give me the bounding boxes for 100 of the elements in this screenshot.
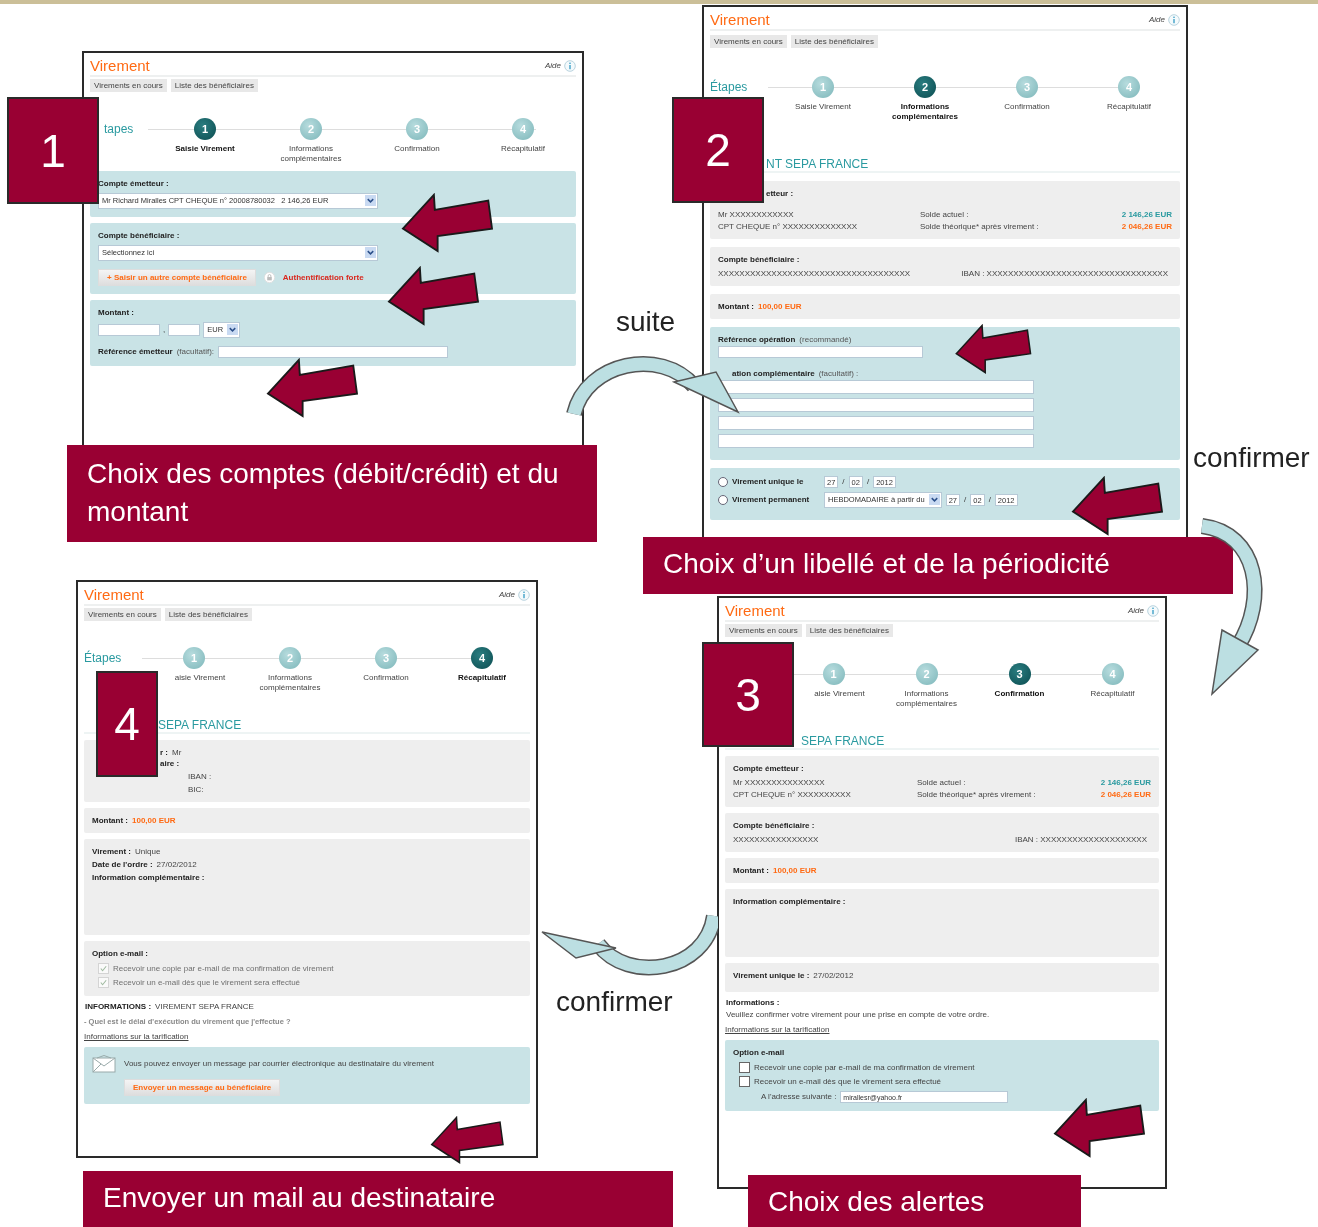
account-number: XXXXXXXXXXXXXXXXXXXXXXXXXXXXXXXXXXXX bbox=[718, 268, 911, 278]
field-hint: (recommandé) bbox=[799, 334, 852, 344]
step-badge: 3 bbox=[702, 642, 794, 747]
field-value: 27/02/2012 bbox=[156, 859, 197, 869]
field-label: ation complémentaire bbox=[732, 368, 815, 378]
help-link[interactable]: Aide bbox=[1149, 15, 1165, 24]
balance-value: 2 146,26 EUR bbox=[1100, 777, 1151, 787]
balance-value: 2 046,26 EUR bbox=[1100, 789, 1151, 799]
step-label: Confirmation bbox=[993, 689, 1046, 700]
amount-value: 100,00 EUR bbox=[132, 815, 176, 825]
field-label: A l'adresse suivante : bbox=[761, 1092, 837, 1102]
field-label: Compte émetteur : bbox=[733, 763, 805, 773]
cents-field[interactable] bbox=[168, 323, 201, 336]
field-label: Information complémentaire : bbox=[92, 872, 205, 882]
tab[interactable]: Virements en cours bbox=[84, 608, 161, 621]
step-badge: 4 bbox=[96, 671, 158, 777]
amount-field[interactable] bbox=[98, 323, 160, 336]
tab[interactable]: Virements en cours bbox=[710, 35, 787, 48]
page-title: Virement bbox=[90, 57, 151, 74]
tab[interactable]: Virements en cours bbox=[90, 79, 167, 92]
field-label: IBAN : bbox=[187, 771, 213, 781]
balance-label: Solde théorique* après virement : bbox=[919, 221, 1040, 231]
checkbox[interactable] bbox=[739, 1061, 750, 1073]
caption-banner: Choix d’un libellé et de la périodicité bbox=[643, 537, 1233, 594]
info-heading: Informations : bbox=[726, 997, 781, 1007]
field-label: Virement : bbox=[92, 846, 131, 856]
reference-field[interactable] bbox=[218, 345, 449, 358]
checkbox-label: Recevoir une copie par e-mail de ma confirmation de virement bbox=[754, 1062, 975, 1072]
radio-button[interactable] bbox=[718, 494, 728, 505]
balance-value: 2 146,26 EUR bbox=[1121, 209, 1172, 219]
tab[interactable]: Liste des bénéficiaires bbox=[164, 608, 252, 621]
connector-label: confirmer bbox=[1193, 442, 1310, 474]
field-label: Date de l'ordre : bbox=[92, 859, 153, 869]
field-label: Virement unique le : bbox=[733, 970, 810, 980]
step-label: Saisie Virement bbox=[794, 102, 852, 113]
strong-authentication-link[interactable]: Authentification forte bbox=[282, 272, 364, 282]
date-separator: / bbox=[988, 495, 991, 505]
balance-label: Solde théorique* après virement : bbox=[916, 789, 1037, 799]
field-label: Compte bénéficiaire : bbox=[733, 820, 816, 830]
field-label: Compte bénéficiaire : bbox=[98, 230, 181, 240]
info-icon[interactable] bbox=[564, 59, 576, 72]
step-label: aisie Virement bbox=[173, 673, 227, 684]
step-number: 4 bbox=[471, 647, 493, 669]
balance-label: Solde actuel : bbox=[919, 209, 970, 219]
caret-icon bbox=[928, 494, 940, 506]
info-icon[interactable] bbox=[1168, 13, 1180, 26]
connector-label: suite bbox=[616, 306, 676, 338]
account-detail: Mr XXXXXXXXXXXX bbox=[718, 209, 795, 219]
iban-text: IBAN : XXXXXXXXXXXXXXXXXXXXXXXXXXXXXXXXXX bbox=[961, 268, 1168, 278]
checkbox[interactable] bbox=[739, 1075, 750, 1087]
tab[interactable]: Liste des bénéficiaires bbox=[170, 79, 258, 92]
step-number: 1 bbox=[822, 663, 845, 685]
info-heading: INFORMATIONS : bbox=[85, 1001, 152, 1011]
info-text: Veuillez confirmer votre virement pour une prise en compte de votre ordre. bbox=[726, 1009, 991, 1019]
field-value: Unique bbox=[135, 846, 161, 856]
reference-field[interactable] bbox=[718, 345, 923, 358]
envelope-icon bbox=[92, 1054, 116, 1073]
info-icon[interactable] bbox=[518, 588, 530, 601]
field-label: Compte émetteur : bbox=[98, 178, 170, 188]
checkbox-label: Recevoir un e-mail dès que le virement sera effectué bbox=[754, 1076, 942, 1086]
radio-button[interactable] bbox=[718, 476, 728, 487]
tab[interactable]: Liste des bénéficiaires bbox=[790, 35, 878, 48]
steps-label: tapes bbox=[103, 121, 135, 136]
step-badge: 1 bbox=[7, 97, 99, 204]
step-number: 3 bbox=[1016, 76, 1038, 98]
step-number: 4 bbox=[512, 118, 534, 140]
step-label: Récapitulatif bbox=[500, 144, 546, 155]
tab[interactable]: Liste des bénéficiaires bbox=[805, 624, 893, 637]
lock-icon bbox=[263, 271, 275, 283]
pricing-link[interactable]: Informations sur la tarification bbox=[725, 1024, 1159, 1034]
page-title: Virement bbox=[710, 11, 771, 28]
text-line-field[interactable] bbox=[718, 415, 1034, 430]
field-label: Référence opération bbox=[718, 334, 796, 344]
step-label: aisie Virement bbox=[813, 689, 866, 700]
text-line-field[interactable] bbox=[718, 397, 1034, 412]
pricing-link[interactable]: Informations sur la tarification bbox=[84, 1031, 530, 1041]
balance-label: Solde actuel : bbox=[916, 777, 967, 787]
caption-banner: Choix des comptes (débit/crédit) et du montant bbox=[67, 445, 597, 542]
account-detail: CPT CHEQUE n° XXXXXXXXXXXXXX bbox=[718, 221, 859, 231]
step-number: 2 bbox=[914, 76, 936, 98]
help-link[interactable]: Aide bbox=[499, 590, 515, 599]
help-link[interactable]: Aide bbox=[1128, 606, 1144, 615]
step-number: 3 bbox=[1008, 663, 1031, 685]
info-icon[interactable] bbox=[1147, 604, 1159, 617]
field-label: Montant : bbox=[98, 307, 135, 317]
tab[interactable]: Virements en cours bbox=[725, 624, 802, 637]
date-separator: / bbox=[964, 495, 967, 505]
date-separator: / bbox=[842, 477, 845, 487]
field-label: etteur : bbox=[765, 188, 795, 198]
amount-value: 100,00 EUR bbox=[773, 865, 817, 875]
text-line-field[interactable] bbox=[718, 433, 1034, 448]
help-link[interactable]: Aide bbox=[545, 61, 561, 70]
account-detail: Mr XXXXXXXXXXXXXXX bbox=[733, 777, 826, 787]
page-title: Virement bbox=[84, 586, 145, 603]
info-text: VIREMENT SEPA FRANCE bbox=[155, 1001, 254, 1011]
checkbox-label: Recevoir une copie par e-mail de ma confirmation de virement bbox=[113, 963, 334, 973]
field-label: Montant : bbox=[733, 865, 769, 875]
step-number: 3 bbox=[406, 118, 428, 140]
field-label: Référence émetteur bbox=[98, 347, 173, 357]
field-hint: (facultatif) : bbox=[818, 368, 859, 378]
